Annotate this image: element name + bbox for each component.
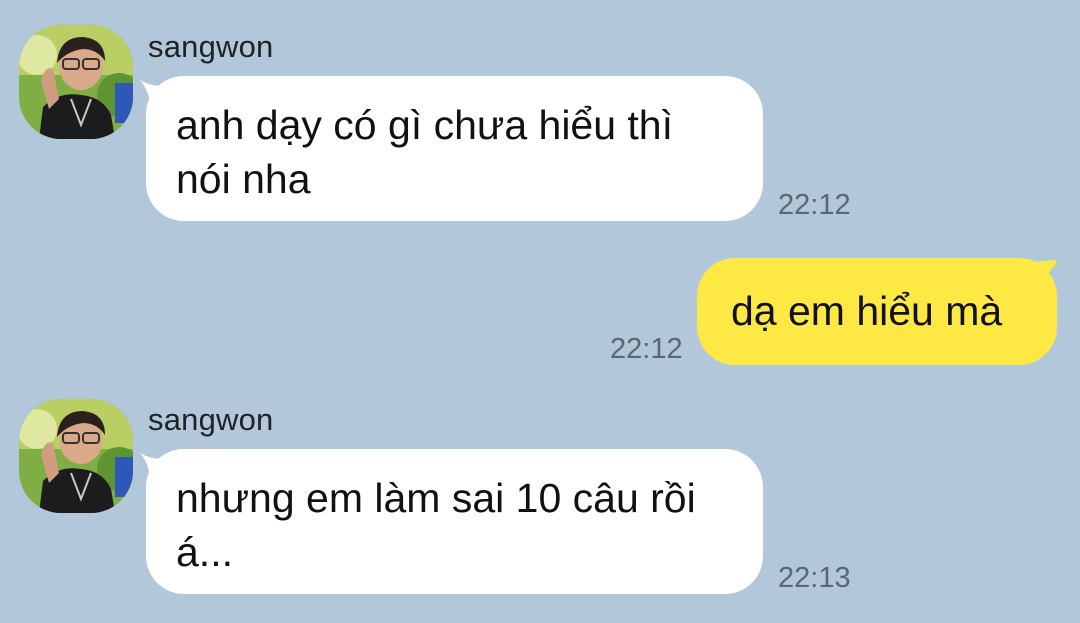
sender-name: sangwon xyxy=(148,402,274,437)
message-timestamp: 22:12 xyxy=(610,333,683,365)
sender-avatar[interactable] xyxy=(19,399,133,513)
message-bubble[interactable]: anh dạy có gì chưa hiểu thì nói nha xyxy=(146,76,763,221)
bubble-tail xyxy=(1034,260,1057,284)
message-timestamp: 22:12 xyxy=(778,189,851,221)
sender-name: sangwon xyxy=(148,29,274,64)
message-bubble[interactable]: nhưng em làm sai 10 câu rồi á... xyxy=(146,449,763,594)
message-timestamp: 22:13 xyxy=(778,562,851,594)
sender-avatar[interactable] xyxy=(19,25,133,139)
avatar-photo-icon xyxy=(19,25,133,139)
chat-view[interactable]: sangwon anh dạy có gì chưa hiểu thì nói … xyxy=(0,0,1080,623)
avatar-photo-icon xyxy=(19,399,133,513)
message-bubble[interactable]: dạ em hiểu mà xyxy=(697,258,1057,365)
